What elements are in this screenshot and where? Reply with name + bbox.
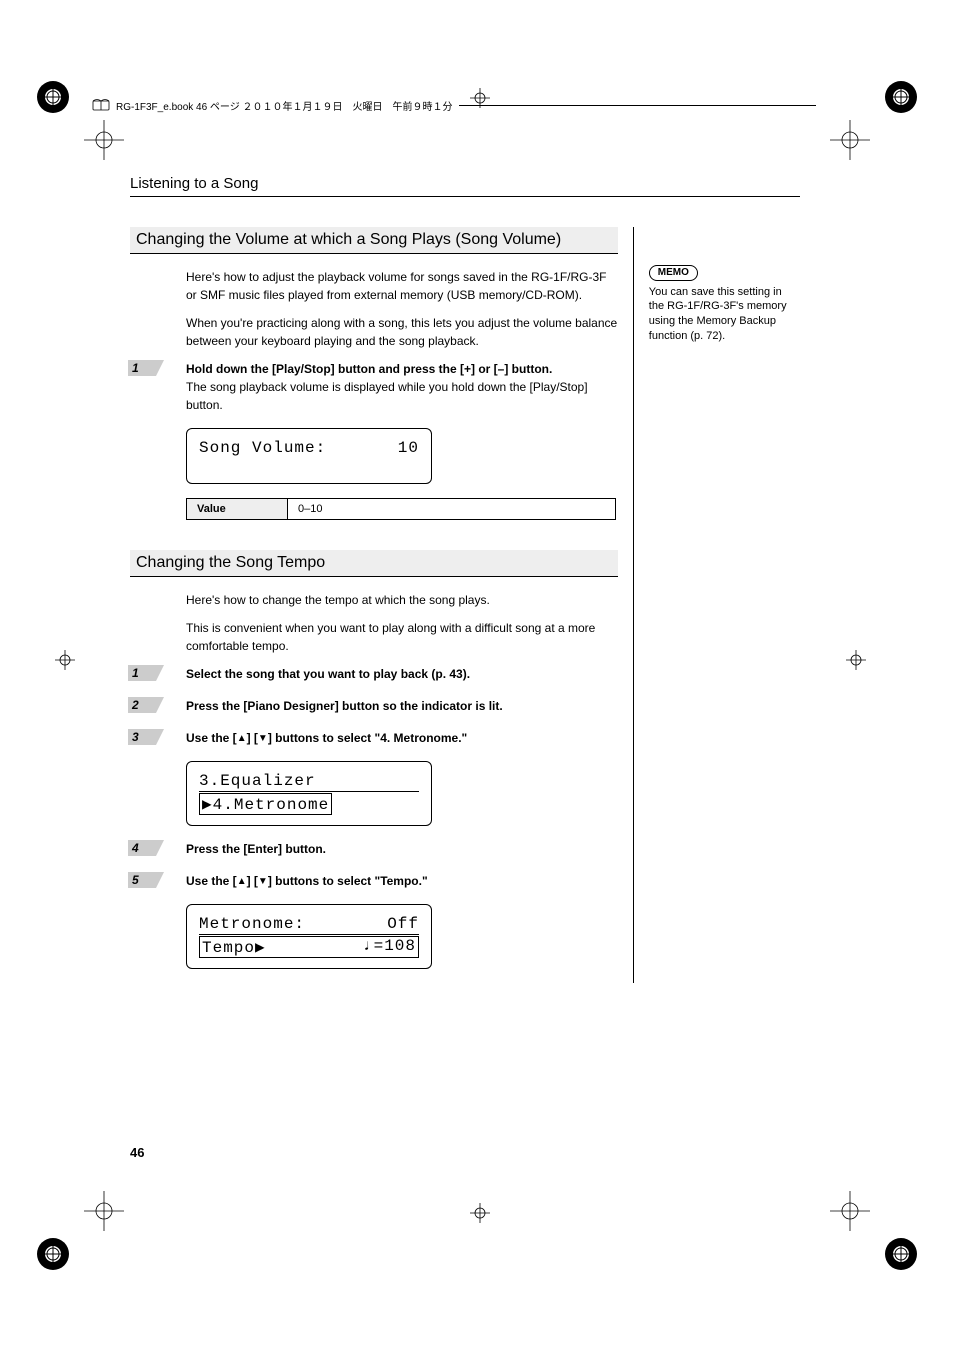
step-4: 4 Press the [Enter] button. (130, 840, 618, 858)
body-text: When you're practicing along with a song… (186, 314, 618, 350)
step-number: 5 (128, 872, 156, 888)
value-range: 0–10 (288, 499, 616, 520)
memo-text: You can save this setting in the RG-1F/R… (649, 285, 800, 344)
text-fragment: ] buttons to select "Tempo." (268, 874, 428, 888)
lcd-song-volume: Song Volume: 10 (186, 428, 432, 484)
crop-mark (84, 120, 124, 160)
step-5: 5 Use the [▲] [▼] buttons to select "Tem… (130, 872, 618, 890)
value-label: Value (187, 499, 288, 520)
memo-column: MEMO You can save this setting in the RG… (634, 227, 800, 983)
value-table: Value 0–10 (186, 498, 616, 520)
lcd-label: Song Volume: (199, 439, 326, 457)
lcd-line: 4.Metronome (213, 796, 330, 814)
step-1: 1 Hold down the [Play/Stop] button and p… (130, 360, 618, 414)
main-column: Changing the Volume at which a Song Play… (130, 227, 634, 983)
step-instruction: Hold down the [Play/Stop] button and pre… (186, 360, 618, 378)
step-instruction: Select the song that you want to play ba… (186, 665, 618, 683)
up-triangle-icon: ▲ (237, 874, 247, 889)
text-fragment: ] [ (247, 731, 258, 745)
crop-mark (470, 1203, 490, 1223)
lcd-line: 3.Equalizer (199, 772, 316, 790)
step-number: 4 (128, 840, 156, 856)
down-triangle-icon: ▼ (258, 874, 268, 889)
step-instruction: Use the [▲] [▼] buttons to select "Tempo… (186, 872, 618, 890)
registration-mark (36, 1237, 70, 1271)
step-2: 2 Press the [Piano Designer] button so t… (130, 697, 618, 715)
step-instruction: Press the [Enter] button. (186, 840, 618, 858)
crop-mark (846, 650, 866, 670)
body-text: Here's how to change the tempo at which … (186, 591, 618, 609)
registration-mark (884, 1237, 918, 1271)
crop-mark (830, 120, 870, 160)
lcd-value: 10 (398, 439, 419, 457)
section-title-song-volume: Changing the Volume at which a Song Play… (130, 227, 618, 254)
step-instruction: Use the [▲] [▼] buttons to select "4. Me… (186, 729, 618, 747)
lcd-label: Tempo▶ (202, 937, 266, 957)
body-text: Here's how to adjust the playback volume… (186, 268, 618, 304)
breadcrumb: Listening to a Song (130, 175, 800, 197)
book-icon (92, 96, 110, 114)
text-fragment: Use the [ (186, 874, 237, 888)
text-fragment: ] buttons to select "4. Metronome." (268, 731, 467, 745)
lcd-metronome-menu: 3.Equalizer ▶4.Metronome (186, 761, 432, 826)
crop-mark (470, 88, 490, 108)
step-detail: The song playback volume is displayed wh… (186, 378, 618, 414)
step-instruction: Press the [Piano Designer] button so the… (186, 697, 618, 715)
down-triangle-icon: ▼ (258, 731, 268, 746)
step-number: 1 (128, 665, 156, 681)
step-number: 3 (128, 729, 156, 745)
up-triangle-icon: ▲ (237, 731, 247, 746)
body-text: This is convenient when you want to play… (186, 619, 618, 655)
crop-mark (55, 650, 75, 670)
running-header-text: RG-1F3F_e.book 46 ページ ２０１０年１月１９日 火曜日 午前９… (116, 98, 453, 113)
crop-mark (830, 1191, 870, 1231)
running-header: RG-1F3F_e.book 46 ページ ２０１０年１月１９日 火曜日 午前９… (92, 95, 816, 115)
page-number: 46 (130, 1145, 144, 1160)
step-number: 1 (128, 360, 156, 376)
step-1: 1 Select the song that you want to play … (130, 665, 618, 683)
text-fragment: ] [ (247, 874, 258, 888)
lcd-value: Off (387, 915, 419, 933)
step-number: 2 (128, 697, 156, 713)
memo-badge: MEMO (649, 265, 698, 281)
step-3: 3 Use the [▲] [▼] buttons to select "4. … (130, 729, 618, 747)
registration-mark (884, 80, 918, 114)
cursor-icon: ▶ (202, 796, 213, 814)
lcd-value: ♩=108 (363, 937, 416, 957)
lcd-label: Metronome: (199, 915, 305, 933)
crop-mark (84, 1191, 124, 1231)
text-fragment: Use the [ (186, 731, 237, 745)
registration-mark (36, 80, 70, 114)
section-title-song-tempo: Changing the Song Tempo (130, 550, 618, 577)
header-rule (459, 105, 816, 106)
lcd-tempo: Metronome: Off Tempo▶ ♩=108 (186, 904, 432, 969)
